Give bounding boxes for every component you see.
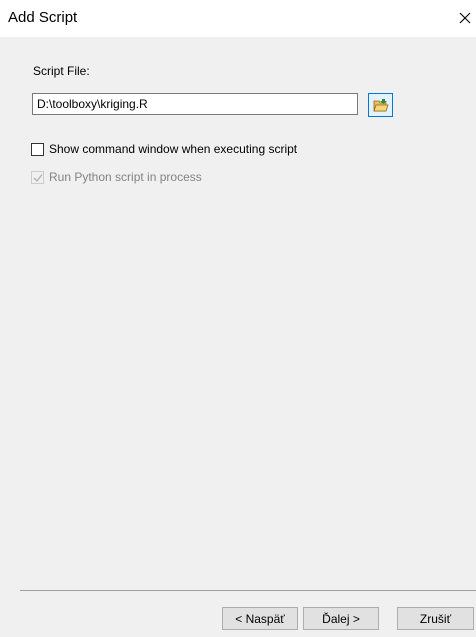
browse-button[interactable] — [368, 93, 393, 117]
checkmark-icon — [33, 173, 43, 182]
run-python-in-process-label: Run Python script in process — [49, 170, 202, 184]
add-script-dialog: Add Script Script File: Show command win… — [0, 0, 476, 637]
show-command-window-checkbox[interactable] — [31, 142, 44, 156]
close-icon — [459, 12, 471, 24]
script-file-input[interactable] — [32, 93, 358, 115]
close-button[interactable] — [454, 0, 476, 37]
next-button[interactable]: Ďalej > — [303, 607, 379, 630]
footer-divider — [20, 590, 476, 591]
folder-open-icon — [373, 99, 389, 112]
script-file-label: Script File: — [33, 64, 90, 78]
back-button[interactable]: < Naspäť — [222, 607, 298, 630]
title-bar: Add Script — [0, 0, 476, 37]
show-command-window-label: Show command window when executing scrip… — [49, 142, 298, 156]
show-command-window-checkbox-row[interactable]: Show command window when executing scrip… — [31, 142, 297, 156]
run-python-in-process-checkbox-row: Run Python script in process — [31, 170, 202, 184]
cancel-button[interactable]: Zrušiť — [397, 607, 474, 630]
window-title: Add Script — [8, 9, 78, 26]
run-python-in-process-checkbox — [31, 170, 44, 184]
